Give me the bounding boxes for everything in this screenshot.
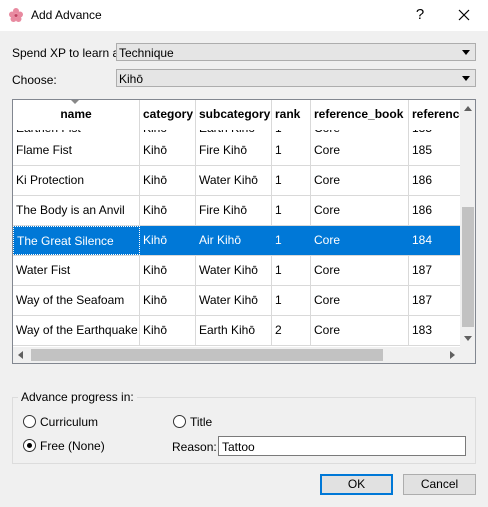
scrollbar-corner: [460, 347, 475, 363]
vertical-scrollbar[interactable]: [460, 100, 475, 347]
table-row[interactable]: Water Fist Kihō Water Kihō 1 Core 187: [13, 256, 460, 286]
techniques-table[interactable]: name category subcategory rank reference…: [12, 99, 476, 364]
cell-category: Kihō: [140, 166, 196, 195]
cell-category: Kihō: [140, 286, 196, 315]
free-none-label: Free (None): [40, 439, 105, 453]
cell-reference-book: Core: [311, 286, 409, 315]
title-bar: Add Advance ?: [0, 0, 488, 31]
table-row[interactable]: Way of the Earthquake Kihō Earth Kihō 2 …: [13, 316, 460, 346]
sakura-flower-icon: [9, 8, 23, 22]
cell-reference-book: Core: [311, 226, 409, 255]
cell-category: Kihō: [140, 256, 196, 285]
reason-input[interactable]: Tattoo: [218, 436, 466, 456]
cell-subcategory: Fire Kihō: [196, 196, 272, 225]
window-title: Add Advance: [31, 8, 102, 22]
column-header-name[interactable]: name: [13, 100, 140, 130]
reason-value: Tattoo: [222, 440, 255, 454]
table-row[interactable]: Flame Fist Kihō Fire Kihō 1 Core 185: [13, 136, 460, 166]
cell-reference-book: Core: [311, 256, 409, 285]
choose-label: Choose:: [12, 73, 57, 87]
table-row-selected[interactable]: The Great Silence Kihō Air Kihō 1 Core 1…: [13, 226, 460, 256]
cell-subcategory: Water Kihō: [196, 256, 272, 285]
column-header-category[interactable]: category: [140, 100, 196, 130]
table-row[interactable]: Ki Protection Kihō Water Kihō 1 Core 186: [13, 166, 460, 196]
cell-subcategory: Water Kihō: [196, 166, 272, 195]
cancel-button[interactable]: Cancel: [403, 474, 476, 495]
spend-xp-select[interactable]: Technique: [116, 43, 476, 61]
scroll-right-icon[interactable]: [450, 351, 455, 359]
close-icon[interactable]: [450, 3, 478, 27]
cell-reference: 187: [412, 263, 433, 277]
ok-button[interactable]: OK: [320, 474, 393, 495]
column-header-rank[interactable]: rank: [272, 100, 311, 130]
cell-subcategory: Earth Kihō: [196, 316, 272, 345]
sort-arrow-icon: [71, 100, 79, 104]
horizontal-scrollbar[interactable]: [13, 347, 460, 363]
chevron-down-icon: [462, 50, 470, 55]
chevron-down-icon: [462, 76, 470, 81]
cell-reference: 185: [412, 143, 433, 157]
scroll-down-icon[interactable]: [464, 336, 472, 341]
reason-label: Reason:: [172, 440, 217, 454]
cell-rank: 1: [272, 166, 311, 195]
column-header-subcategory[interactable]: subcategory: [196, 100, 272, 130]
cell-reference: 186: [412, 173, 433, 187]
cell-name: Flame Fist: [13, 136, 140, 165]
cell-subcategory: Water Kihō: [196, 286, 272, 315]
cell-reference: 184: [412, 233, 433, 247]
table-row[interactable]: The Body is an Anvil Kihō Fire Kihō 1 Co…: [13, 196, 460, 226]
free-none-radio[interactable]: [23, 439, 36, 452]
cell-name: Way of the Seafoam: [13, 286, 140, 315]
column-header-reference-book[interactable]: reference_book: [311, 100, 409, 130]
scroll-up-icon[interactable]: [464, 106, 472, 111]
title-radio[interactable]: [173, 415, 186, 428]
cell-reference-book: Core: [311, 316, 409, 345]
vertical-scroll-thumb[interactable]: [462, 207, 474, 327]
cell-reference: 186: [412, 203, 433, 217]
curriculum-label: Curriculum: [40, 415, 99, 429]
cell-reference-book: Core: [311, 166, 409, 195]
cell-rank: 1: [272, 226, 311, 255]
table-row[interactable]: Way of the Seafoam Kihō Water Kihō 1 Cor…: [13, 286, 460, 316]
cell-name: Water Fist: [13, 256, 140, 285]
cell-category: Kihō: [140, 136, 196, 165]
scroll-left-icon[interactable]: [18, 351, 23, 359]
cell-subcategory: Air Kihō: [196, 226, 272, 255]
cell-reference: 187: [412, 293, 433, 307]
advance-progress-title: Advance progress in:: [18, 390, 137, 404]
cell-subcategory: Fire Kihō: [196, 136, 272, 165]
table-header: name category subcategory rank reference…: [13, 100, 466, 131]
curriculum-radio[interactable]: [23, 415, 36, 428]
cell-rank: 1: [272, 256, 311, 285]
cell-rank: 1: [272, 136, 311, 165]
title-label: Title: [190, 415, 213, 429]
cell-category: Kihō: [140, 226, 196, 255]
cell-name: The Body is an Anvil: [13, 196, 140, 225]
cell-rank: 1: [272, 286, 311, 315]
spend-xp-label: Spend XP to learn a:: [12, 46, 123, 60]
cell-rank: 1: [272, 196, 311, 225]
cell-reference: 183: [412, 323, 433, 337]
cell-name: Ki Protection: [13, 166, 140, 195]
cell-reference-book: Core: [311, 196, 409, 225]
help-button[interactable]: ?: [410, 4, 430, 26]
choose-value: Kihō: [119, 72, 144, 86]
cell-reference-book: Core: [311, 136, 409, 165]
horizontal-scroll-thumb[interactable]: [31, 349, 383, 361]
cell-name: The Great Silence: [13, 226, 140, 255]
cell-category: Kihō: [140, 316, 196, 345]
cell-category: Kihō: [140, 196, 196, 225]
choose-select[interactable]: Kihō: [116, 69, 476, 87]
cell-rank: 2: [272, 316, 311, 345]
cell-name: Way of the Earthquake: [13, 316, 140, 345]
spend-xp-value: Technique: [119, 46, 174, 60]
